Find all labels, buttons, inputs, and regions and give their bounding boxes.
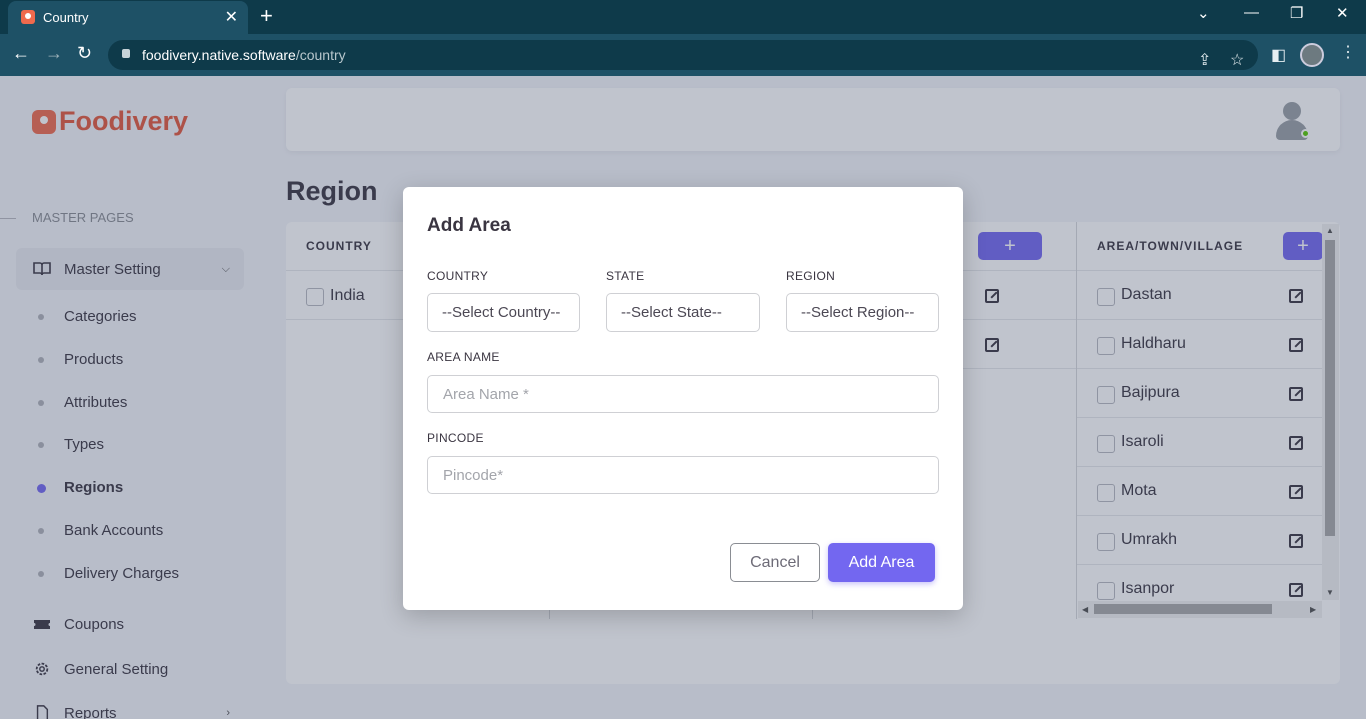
profile-avatar[interactable] [1300, 43, 1324, 67]
pincode-input[interactable] [427, 456, 939, 494]
modal-title: Add Area [427, 215, 511, 236]
area-name-input[interactable] [427, 375, 939, 413]
browser-tab[interactable]: Country ✕ [8, 1, 248, 34]
region-label: REGION [786, 269, 836, 283]
tab-search-icon[interactable]: ⌄ [1197, 4, 1210, 22]
bookmark-star-icon[interactable]: ☆ [1230, 50, 1244, 70]
forward-icon[interactable]: → [45, 43, 63, 64]
url-text: foodivery.native.software/country [142, 47, 346, 63]
close-tab-icon[interactable]: ✕ [225, 7, 238, 27]
tab-title: Country [43, 10, 89, 25]
country-label: COUNTRY [427, 269, 489, 283]
favicon-icon [21, 10, 35, 24]
state-label: STATE [606, 269, 645, 283]
new-tab-button[interactable]: + [260, 5, 273, 27]
address-bar-area: ← → ↻ foodivery.native.software/country … [0, 34, 1366, 76]
area-name-label: AREA NAME [427, 350, 500, 364]
state-select[interactable]: --Select State-- [606, 293, 760, 332]
browser-tabbar: Country ✕ + ⌄ — ❐ ✕ [0, 0, 1366, 34]
reload-icon[interactable]: ↻ [77, 43, 92, 64]
side-panel-icon[interactable]: ◧ [1271, 45, 1286, 65]
share-icon[interactable]: ⇪ [1198, 50, 1211, 70]
back-icon[interactable]: ← [12, 43, 30, 64]
browser-menu-icon[interactable]: ⋮ [1340, 42, 1356, 62]
country-select[interactable]: --Select Country-- [427, 293, 580, 332]
close-window-icon[interactable]: ✕ [1336, 4, 1349, 22]
add-area-submit-button[interactable]: Add Area [828, 543, 935, 582]
url-bar[interactable]: foodivery.native.software/country ⇪ ☆ [108, 40, 1258, 70]
lock-icon [122, 49, 130, 58]
add-area-modal: Add Area COUNTRY --Select Country-- STAT… [403, 187, 963, 610]
pincode-label: PINCODE [427, 431, 484, 445]
restore-icon[interactable]: ❐ [1290, 4, 1303, 22]
cancel-button[interactable]: Cancel [730, 543, 820, 582]
minimize-icon[interactable]: — [1244, 4, 1259, 21]
region-select[interactable]: --Select Region-- [786, 293, 939, 332]
